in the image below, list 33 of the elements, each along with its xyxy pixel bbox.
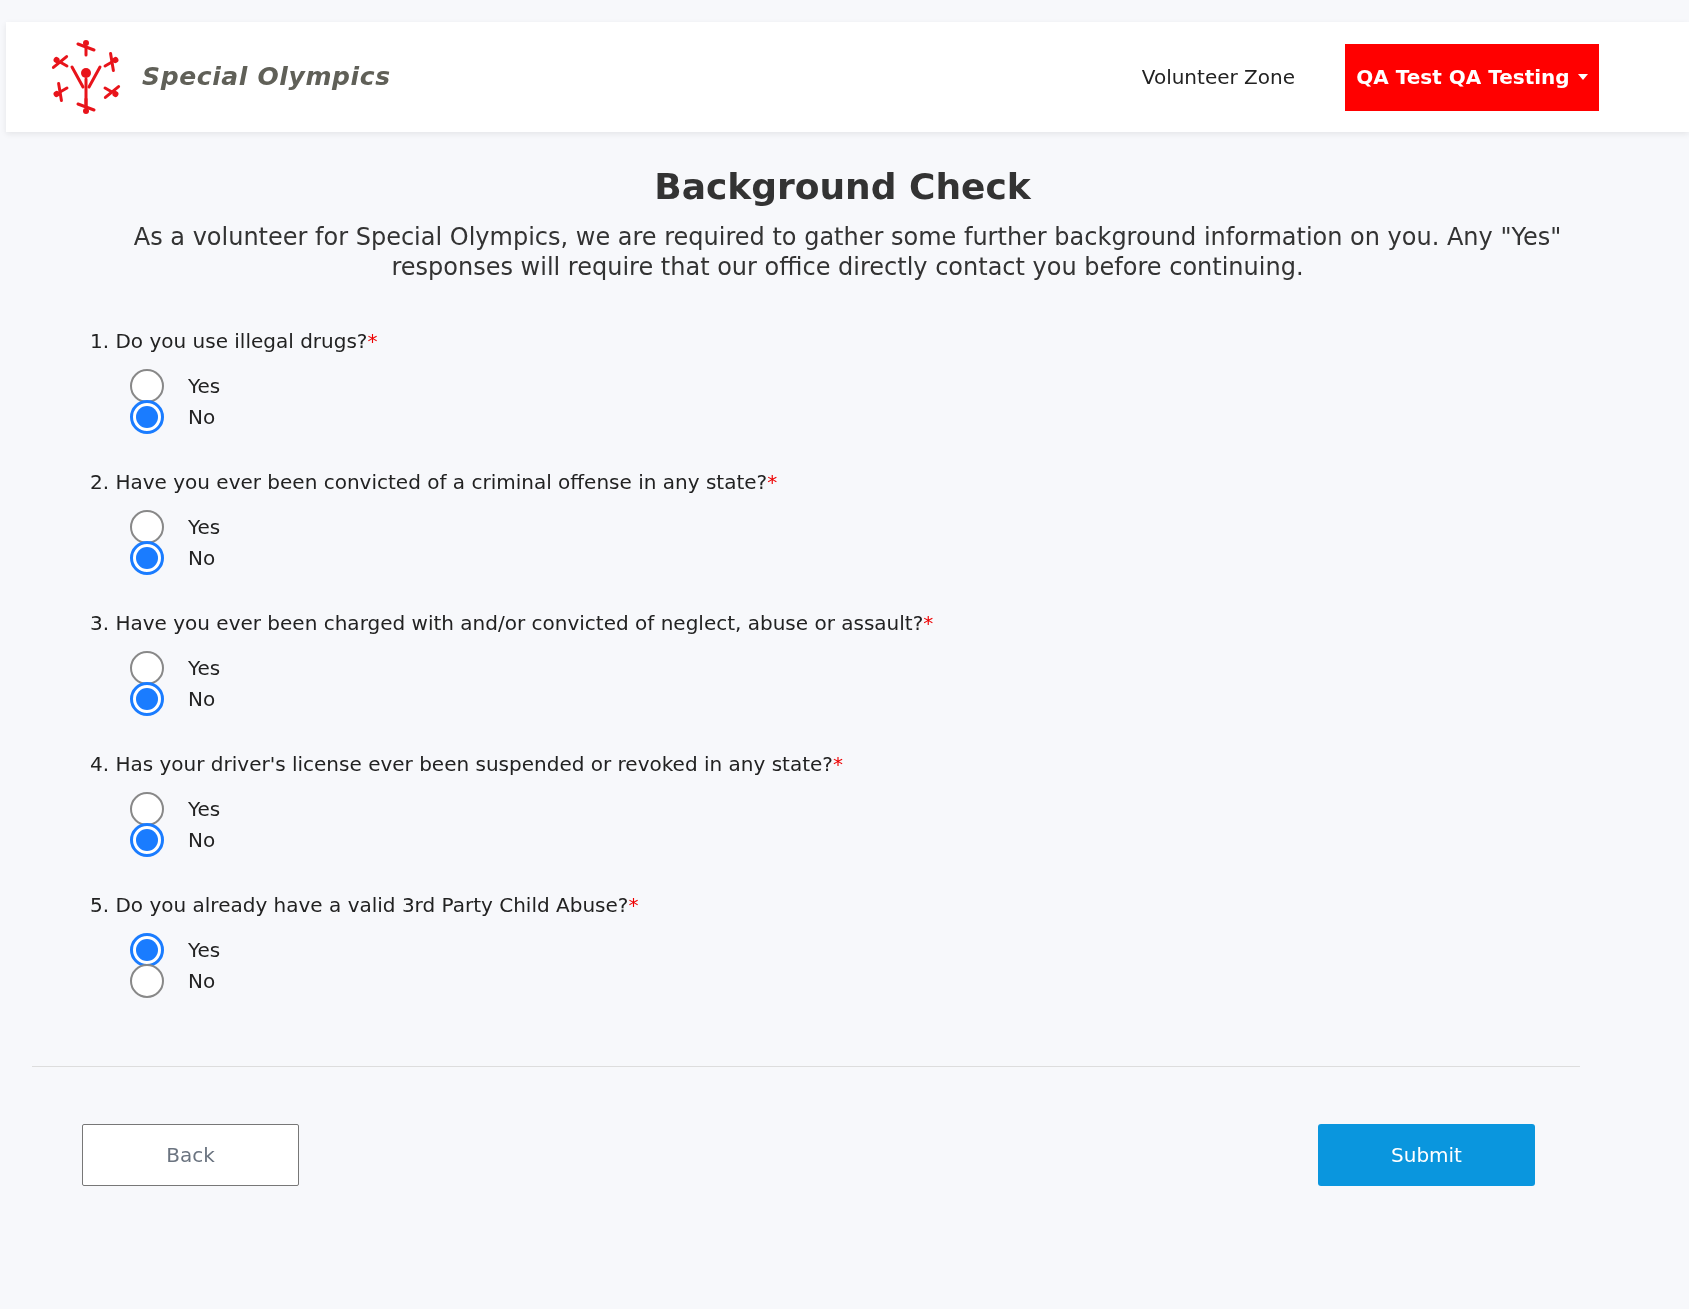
user-menu-button[interactable]: QA Test QA Testing bbox=[1345, 43, 1599, 111]
option-label: No bbox=[188, 544, 216, 572]
radio-button[interactable] bbox=[130, 963, 164, 998]
question-text: 2. Have you ever been convicted of a criminal offense in any state?* bbox=[90, 469, 779, 496]
radio-button[interactable] bbox=[130, 368, 164, 403]
caret-icon bbox=[1577, 74, 1588, 80]
option-label: No bbox=[188, 967, 216, 995]
question-text: 3. Have you ever been charged with and/or convicted of neglect, abuse or assault?* bbox=[90, 610, 935, 637]
radio-button[interactable] bbox=[130, 650, 164, 685]
radio-button[interactable] bbox=[130, 509, 164, 544]
submit-button[interactable]: Submit bbox=[1318, 1124, 1535, 1186]
nav-link[interactable]: Volunteer Zone bbox=[1141, 62, 1295, 92]
option-label: Yes bbox=[188, 372, 221, 400]
logo-wordmark: Special Olympics bbox=[142, 61, 391, 94]
radio-button[interactable] bbox=[130, 932, 164, 967]
option-label: No bbox=[188, 403, 216, 431]
question-text: 1. Do you use illegal drugs?* bbox=[90, 328, 379, 355]
radio-button[interactable] bbox=[130, 540, 164, 575]
option-label: No bbox=[188, 685, 216, 713]
question-text: 5. Do you already have a valid 3rd Party Child Abuse?* bbox=[90, 892, 640, 919]
radio-button[interactable] bbox=[130, 681, 164, 716]
option-label: No bbox=[188, 826, 216, 854]
radio-button[interactable] bbox=[130, 791, 164, 826]
option-label: Yes bbox=[188, 513, 221, 541]
intro-paragraph: As a volunteer for Special Olympics, we are required to gather some further background information on you. Any "Yes" responses will require that our office directly contact you before continuing. bbox=[132, 222, 1563, 282]
question-text: 4. Has your driver's license ever been suspended or revoked in any state?* bbox=[90, 751, 844, 778]
radio-button[interactable] bbox=[130, 822, 164, 857]
back-button[interactable]: Back bbox=[82, 1124, 299, 1186]
option-label: Yes bbox=[188, 795, 221, 823]
radio-button[interactable] bbox=[130, 399, 164, 434]
option-label: Yes bbox=[188, 936, 221, 964]
page-title: Background Check bbox=[653, 165, 1032, 209]
option-label: Yes bbox=[188, 654, 221, 682]
